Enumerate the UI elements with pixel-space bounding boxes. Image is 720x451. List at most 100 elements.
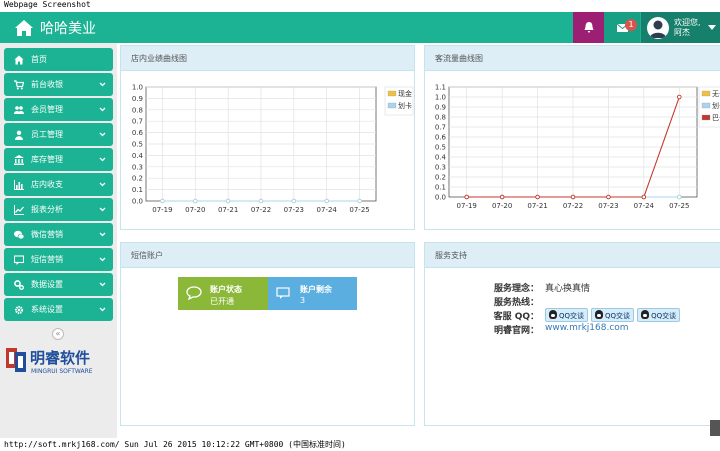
sidebar-item-2[interactable]: 前台收银 xyxy=(4,73,113,96)
chevron-down-icon xyxy=(99,307,106,312)
sidebar-item-3[interactable]: 会员管理 xyxy=(4,98,113,121)
sidebar-item-10[interactable]: 数据设置 xyxy=(4,273,113,296)
y-tick-label: 0.1 xyxy=(435,184,446,192)
home-icon xyxy=(14,55,24,64)
y-tick-label: 0.0 xyxy=(435,194,446,202)
y-tick-label: 0.8 xyxy=(435,114,446,122)
qq-penguin-icon xyxy=(641,310,650,319)
line-chart-icon xyxy=(14,204,24,215)
home-icon xyxy=(15,19,33,36)
chevron-down-icon xyxy=(99,182,106,187)
message-badge: 1 xyxy=(625,19,637,31)
greeting-text: 欢迎您, xyxy=(674,17,701,27)
y-tick-label: 1.0 xyxy=(435,94,446,102)
sidebar-item-1[interactable]: 首页 xyxy=(4,48,113,71)
sidebar-item-6[interactable]: 店内收支 xyxy=(4,173,113,196)
sidebar-item-7[interactable]: 报表分析 xyxy=(4,198,113,221)
x-tick-label: 07-23 xyxy=(598,202,618,210)
sidebar-item-4[interactable]: 员工管理 xyxy=(4,123,113,146)
user-icon xyxy=(15,130,23,140)
data-point xyxy=(570,194,576,200)
chevron-down-icon xyxy=(99,207,106,212)
data-point xyxy=(606,194,611,200)
service-hotline-label: 服务热线： xyxy=(493,298,539,308)
qq-chat-button-1[interactable]: QQ交谈 xyxy=(545,308,589,322)
cart-icon xyxy=(14,79,24,89)
account-remain-box[interactable]: 账户剩余 3 xyxy=(268,277,357,310)
y-tick-label: 0.8 xyxy=(132,106,143,114)
legend-swatch xyxy=(387,102,397,109)
logo-subtext: MINGRUI SOFTWARE xyxy=(31,368,93,375)
notification-button[interactable] xyxy=(573,12,604,43)
sidebar-item-9[interactable]: 短信营销 xyxy=(4,248,113,271)
y-tick-label: 0.1 xyxy=(132,186,143,194)
chevron-down-icon xyxy=(99,257,106,262)
cogs-icon xyxy=(14,279,24,290)
scrollbar-corner[interactable] xyxy=(710,420,720,436)
qq-chat-label: QQ交谈 xyxy=(605,312,631,320)
legend-label: 巴卡 xyxy=(712,113,720,122)
brand[interactable]: 哈哈美业 xyxy=(14,12,96,43)
official-site-link[interactable]: www.mrkj168.com xyxy=(545,323,629,333)
sidebar-item-label: 店内收支 xyxy=(31,180,63,189)
chevron-down-icon xyxy=(99,282,106,287)
chevron-down-icon xyxy=(99,107,106,112)
data-point xyxy=(641,194,647,200)
account-remain-label: 账户剩余 xyxy=(300,285,332,294)
y-tick-label: 0.5 xyxy=(132,141,143,149)
y-tick-label: 0.9 xyxy=(435,104,446,112)
data-point xyxy=(677,94,682,100)
user-menu[interactable]: 欢迎您, 阿杰 xyxy=(641,12,720,43)
users-icon xyxy=(14,105,24,114)
legend-swatch xyxy=(701,114,711,121)
data-point xyxy=(499,194,505,200)
y-tick-label: 0.0 xyxy=(132,198,143,206)
official-site-label: 明睿官网： xyxy=(493,326,539,336)
collapse-sidebar-button[interactable]: « xyxy=(52,328,64,340)
sidebar-item-5[interactable]: 库存管理 xyxy=(4,148,113,171)
y-tick-label: 0.3 xyxy=(435,164,446,172)
y-tick-label: 0.4 xyxy=(132,152,144,160)
data-point xyxy=(225,198,231,204)
sidebar-item-8[interactable]: 微信营销 xyxy=(4,223,113,246)
x-tick-label: 07-25 xyxy=(669,202,689,210)
y-tick-label: 0.7 xyxy=(435,124,446,132)
legend-label: 划卡 xyxy=(398,101,412,110)
account-status-box[interactable]: 账户状态 已开通 xyxy=(178,277,268,310)
sidebar-item-11[interactable]: 系统设置 xyxy=(4,298,113,321)
y-tick-label: 0.9 xyxy=(132,95,143,103)
sales-chart-panel: 店内业绩曲线图 0.0 0.1 0.2 0.3 0.4 0.5 0.6 0.7 0.8 0.9 1.… xyxy=(120,45,415,230)
user-name: 阿杰 xyxy=(674,27,690,37)
legend-label: 现金 xyxy=(398,89,412,98)
qq-buttons: QQ交谈 QQ交谈 QQ交谈 xyxy=(545,308,683,322)
x-tick-label: 07-21 xyxy=(218,206,238,214)
x-tick-label: 07-21 xyxy=(527,202,547,210)
sales-chart-title: 店内业绩曲线图 xyxy=(121,46,414,71)
chat-bubble-icon xyxy=(186,286,202,300)
qq-chat-button-3[interactable]: QQ交谈 xyxy=(637,308,681,322)
sms-icon xyxy=(276,287,290,299)
x-tick-label: 07-19 xyxy=(152,206,172,214)
company-logo: 明睿软件 MINGRUI SOFTWARE xyxy=(6,346,114,376)
legend-swatch xyxy=(701,90,711,97)
qq-chat-button-2[interactable]: QQ交谈 xyxy=(591,308,635,322)
data-point xyxy=(258,198,264,204)
service-qq-label: 客服 QQ： xyxy=(493,312,539,322)
bell-icon xyxy=(584,22,593,33)
message-button[interactable]: 1 xyxy=(604,12,640,43)
account-remain-value: 3 xyxy=(300,296,306,305)
support-content: 服务理念： 真心换真情 服务热线： 客服 QQ： QQ交谈 QQ交谈 QQ交谈 明睿… xyxy=(425,243,720,427)
logo-text: 明睿软件 xyxy=(30,349,90,367)
window-title: Webpage Screenshot xyxy=(4,0,91,9)
sales-chart: 0.0 0.1 0.2 0.3 0.4 0.5 0.6 0.7 0.8 0.9 1.0 07-19 07… xyxy=(132,84,414,214)
data-point xyxy=(464,194,469,200)
service-concept-label: 服务理念： xyxy=(493,284,539,294)
data-point xyxy=(677,194,682,200)
data-point xyxy=(160,198,165,204)
sidebar-item-label: 首页 xyxy=(31,55,47,64)
sidebar-item-label: 数据设置 xyxy=(31,280,63,289)
y-tick-label: 0.7 xyxy=(132,118,143,126)
x-tick-label: 07-22 xyxy=(563,202,583,210)
sidebar-item-label: 报表分析 xyxy=(31,205,63,214)
x-tick-label: 07-25 xyxy=(349,206,369,214)
